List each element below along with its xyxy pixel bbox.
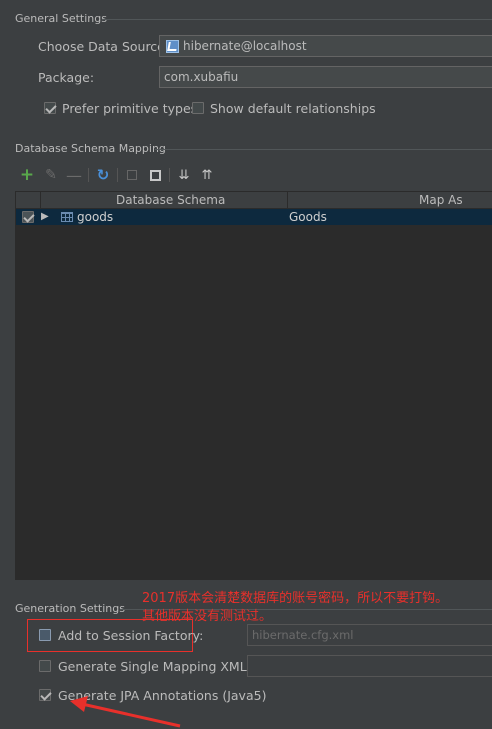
show-default-relationships-checkbox[interactable] (192, 102, 204, 114)
table-header: Database Schema Map As (16, 192, 492, 209)
jpa-annotations-checkbox[interactable] (39, 689, 51, 701)
prefer-primitive-checkbox[interactable] (44, 102, 56, 114)
general-settings-title: General Settings (15, 12, 107, 25)
package-label: Package: (38, 70, 95, 85)
toolbar-separator (88, 168, 89, 182)
prefer-primitive-label: Prefer primitive types (62, 101, 198, 116)
toolbar-separator (117, 168, 118, 182)
annotation-arrow (70, 696, 181, 728)
edit-icon[interactable]: ✎ (43, 167, 59, 183)
row-checkbox[interactable] (22, 211, 34, 223)
annotation-line-1: 2017版本会清楚数据库的账号密码，所以不要打钩。 (142, 591, 449, 606)
single-mapping-input[interactable] (247, 655, 492, 677)
toolbar-separator (169, 168, 170, 182)
session-factory-label: Add to Session Factory: (58, 628, 204, 643)
data-source-select[interactable]: hibernate@localhost (159, 35, 492, 57)
header-divider (40, 192, 41, 208)
map-as-value: Goods (289, 210, 327, 224)
session-factory-input[interactable]: hibernate.cfg.xml (247, 624, 492, 646)
copy-icon[interactable] (124, 167, 140, 183)
data-source-label: Choose Data Source: (38, 39, 170, 54)
schema-name: goods (77, 210, 114, 224)
data-source-value: hibernate@localhost (183, 39, 307, 53)
expand-all-icon[interactable]: ⇊ (176, 167, 192, 183)
table-row[interactable]: ▶ goods Goods (16, 209, 492, 225)
schema-mapping-title: Database Schema Mapping (15, 142, 166, 155)
database-icon (166, 40, 179, 53)
general-settings-divider (102, 19, 492, 20)
session-factory-checkbox[interactable] (39, 629, 51, 641)
remove-icon[interactable]: — (66, 166, 82, 185)
column-header-map-as[interactable]: Map As (419, 192, 463, 208)
generation-settings-title: Generation Settings (15, 602, 125, 615)
single-mapping-checkbox[interactable] (39, 660, 51, 672)
schema-mapping-table[interactable]: Database Schema Map As ▶ goods Goods (15, 191, 492, 580)
collapse-all-icon[interactable]: ⇈ (199, 167, 215, 183)
column-header-schema[interactable]: Database Schema (116, 192, 225, 208)
header-divider (287, 192, 288, 208)
package-input[interactable]: com.xubafiu (159, 66, 492, 88)
refresh-icon[interactable]: ↻ (95, 166, 111, 184)
show-default-relationships-label: Show default relationships (210, 101, 376, 116)
add-icon[interactable]: + (19, 165, 35, 185)
table-icon (61, 212, 73, 222)
paste-icon[interactable] (147, 167, 163, 183)
single-mapping-label: Generate Single Mapping XML: (58, 659, 251, 674)
schema-mapping-divider (155, 149, 492, 150)
expand-arrow-icon[interactable]: ▶ (41, 210, 49, 224)
